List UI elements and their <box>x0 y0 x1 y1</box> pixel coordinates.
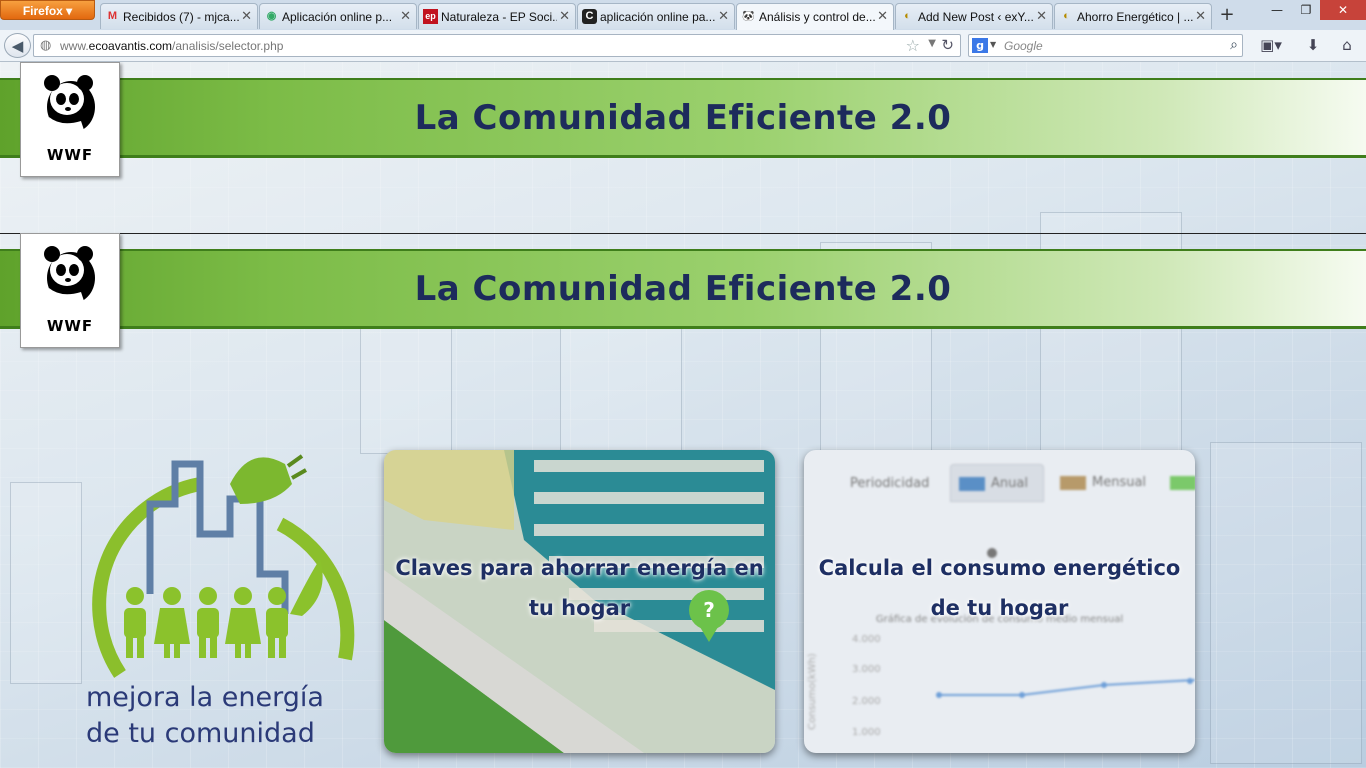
page-content: La Comunidad Eficiente 2.0 WWF La Comuni… <box>0 62 1366 768</box>
reload-icon[interactable]: ↻ <box>941 36 954 54</box>
history-dropdown-icon[interactable]: ▼ <box>928 38 936 49</box>
card-energy-tips[interactable]: ? Claves para ahorrar energía en tu hoga… <box>384 450 775 753</box>
close-tab-icon[interactable]: ✕ <box>718 8 729 24</box>
header-banner: La Comunidad Eficiente 2.0 <box>0 78 1366 158</box>
search-bar[interactable]: g ▼ Google ⌕ <box>968 34 1243 57</box>
eye-icon: ◉ <box>266 10 277 22</box>
wwf-logo[interactable]: WWF <box>20 62 120 177</box>
panda-icon <box>44 246 95 306</box>
close-tab-icon[interactable]: ✕ <box>400 8 411 24</box>
url-bar[interactable]: ◍ www.ecoavantis.com/analisis/selector.p… <box>33 34 961 57</box>
banner-title: La Comunidad Eficiente 2.0 <box>414 98 952 138</box>
tab-analisis-control[interactable]: 🐼 Análisis y control de... ✕ <box>736 3 894 30</box>
panda-icon <box>44 75 95 135</box>
close-window-button[interactable]: ✕ <box>1320 0 1366 20</box>
navigation-toolbar: ◀ ◍ www.ecoavantis.com/analisis/selector… <box>0 30 1366 62</box>
c-site-icon: C <box>582 9 597 24</box>
google-icon[interactable]: g <box>972 38 988 53</box>
downloads-icon[interactable]: ⬇ <box>1300 35 1326 55</box>
globe-icon: ◍ <box>40 38 52 53</box>
bulb-icon: ◐ <box>904 10 911 22</box>
card-caption: Claves para ahorrar energía en tu hogar <box>395 556 764 620</box>
bulb-icon: ◐ <box>1063 10 1070 22</box>
close-tab-icon[interactable]: ✕ <box>1195 8 1206 24</box>
banner-title: La Comunidad Eficiente 2.0 <box>414 269 952 309</box>
tab-naturaleza-ep[interactable]: ep Naturaleza - EP Soci... ✕ <box>418 3 576 29</box>
background-building <box>1210 442 1362 764</box>
tab-strip: Firefox ▾ M Recibidos (7) - mjca... ✕ ◉ … <box>0 0 1366 31</box>
search-engine-dropdown-icon[interactable]: ▼ <box>990 40 996 49</box>
divider <box>0 233 1366 234</box>
firefox-menu-button[interactable]: Firefox ▾ <box>0 0 95 20</box>
background-building <box>560 312 682 454</box>
back-arrow-icon: ◀ <box>11 37 24 55</box>
gmail-icon: M <box>107 10 118 22</box>
bookmark-star-icon[interactable]: ☆ <box>906 36 920 55</box>
logo-line-1: mejora la energía <box>86 682 324 713</box>
tab-aplicacion-online-pa[interactable]: C aplicación online pa... ✕ <box>577 3 735 29</box>
back-button[interactable]: ◀ <box>4 33 31 58</box>
minimize-button[interactable]: — <box>1262 0 1292 20</box>
header-banner: La Comunidad Eficiente 2.0 <box>0 249 1366 329</box>
close-tab-icon[interactable]: ✕ <box>1036 8 1047 24</box>
tab-add-new-post[interactable]: ◐ Add New Post ‹ exY... ✕ <box>895 3 1053 29</box>
close-tab-icon[interactable]: ✕ <box>877 8 888 24</box>
close-tab-icon[interactable]: ✕ <box>241 8 252 24</box>
background-building <box>10 482 82 684</box>
card-consumption-calculator[interactable]: Periodicidad Anual Mensual Gráfica de ev… <box>804 450 1195 753</box>
tab-ahorro-energetico[interactable]: ◐ Ahorro Energético | ... ✕ <box>1054 3 1212 29</box>
restore-button[interactable]: ❐ <box>1292 0 1320 20</box>
community-energy-logo <box>92 454 355 678</box>
ep-icon: ep <box>423 9 438 24</box>
panda-icon: 🐼 <box>742 11 755 22</box>
card-caption: Calcula el consumo energético de tu hoga… <box>818 556 1181 620</box>
url-text: www.ecoavantis.com/analisis/selector.php <box>60 39 284 53</box>
new-tab-button[interactable]: + <box>1214 4 1240 28</box>
logo-line-2: de tu comunidad <box>86 718 315 749</box>
home-icon[interactable]: ⌂ <box>1334 35 1360 55</box>
bookmarks-menu-icon[interactable]: ▣▾ <box>1256 35 1286 55</box>
wwf-logo[interactable]: WWF <box>20 233 120 348</box>
tab-aplicacion-online[interactable]: ◉ Aplicación online p... ✕ <box>259 3 417 29</box>
search-placeholder: Google <box>1004 39 1043 53</box>
tab-gmail[interactable]: M Recibidos (7) - mjca... ✕ <box>100 3 258 29</box>
close-tab-icon[interactable]: ✕ <box>559 8 570 24</box>
search-icon[interactable]: ⌕ <box>1230 37 1238 53</box>
